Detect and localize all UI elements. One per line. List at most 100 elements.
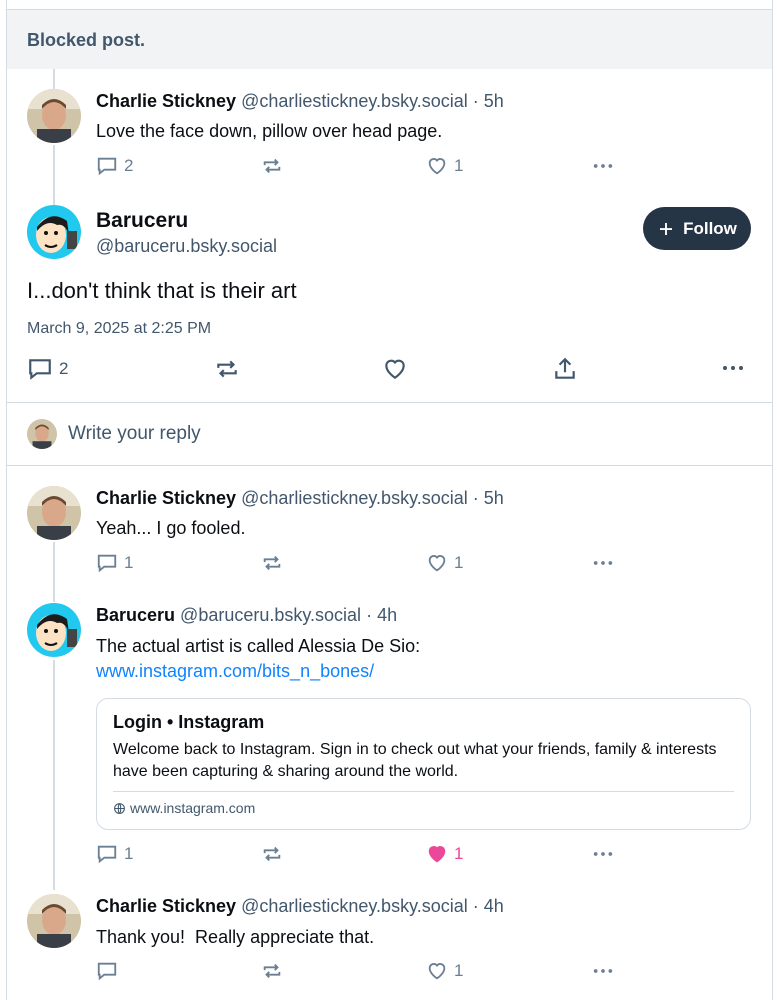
thread-line: [53, 69, 55, 89]
post-time[interactable]: · 4h: [366, 605, 397, 625]
post-text: I...don't think that is their art: [27, 278, 297, 303]
like-count: 1: [454, 553, 464, 572]
follow-button[interactable]: Follow: [643, 207, 751, 250]
divider: [7, 402, 772, 403]
repost-button[interactable]: [261, 552, 283, 574]
reply-icon: [97, 845, 117, 864]
post-text: Thank you! Really appreciate that.: [96, 927, 375, 947]
divider: [7, 465, 772, 466]
link-card-description: Welcome back to Instagram. Sign in to ch…: [113, 741, 717, 780]
like-button[interactable]: 1: [426, 552, 463, 574]
author-handle[interactable]: @baruceru.bsky.social: [96, 236, 277, 257]
post-time[interactable]: · 5h: [473, 91, 504, 111]
post-time[interactable]: · 5h: [473, 488, 504, 508]
like-count: 1: [454, 961, 464, 980]
post-header: Charlie Stickney @charliestickney.bsky.s…: [96, 488, 504, 509]
post-actions: 2 1: [96, 155, 626, 179]
post-time[interactable]: · 4h: [473, 896, 504, 916]
repost-icon: [263, 555, 281, 571]
post-date[interactable]: March 9, 2025 at 2:25 PM: [27, 320, 211, 338]
more-icon: [593, 852, 613, 856]
heart-icon: [428, 158, 446, 175]
author-name[interactable]: Charlie Stickney: [96, 91, 236, 111]
post-text: Love the face down, pillow over head pag…: [96, 121, 443, 141]
author-handle[interactable]: @baruceru.bsky.social: [180, 605, 361, 625]
more-button[interactable]: [592, 960, 614, 982]
repost-button[interactable]: [261, 843, 283, 865]
repost-button[interactable]: [214, 356, 240, 382]
more-button[interactable]: [721, 356, 745, 380]
blocked-post-banner: Blocked post.: [7, 9, 772, 69]
thread-line: [53, 145, 55, 205]
like-button[interactable]: 1: [426, 960, 463, 982]
post-actions: 1: [96, 960, 626, 984]
link-card-title: Login • Instagram: [113, 712, 265, 732]
reply-count: 2: [124, 156, 134, 175]
post-text: Yeah... I go fooled.: [96, 518, 246, 538]
more-button[interactable]: [592, 155, 614, 177]
reply-button[interactable]: 2: [96, 155, 133, 177]
heart-icon: [428, 963, 446, 980]
like-button[interactable]: [382, 356, 408, 382]
author-handle[interactable]: @charliestickney.bsky.social: [241, 91, 468, 111]
link-card-domain: www.instagram.com: [130, 800, 256, 816]
reply-button[interactable]: [96, 960, 118, 982]
reply-icon: [97, 554, 117, 573]
like-button[interactable]: 1: [426, 155, 463, 177]
author-handle[interactable]: @charliestickney.bsky.social: [241, 896, 468, 916]
repost-icon: [263, 846, 281, 862]
reply-count: 1: [124, 844, 134, 863]
reply-icon: [29, 359, 51, 380]
share-icon: [555, 357, 575, 379]
repost-button[interactable]: [261, 155, 283, 177]
more-button[interactable]: [592, 552, 614, 574]
post-text: The actual artist is called Alessia De S…: [96, 636, 421, 656]
avatar[interactable]: [27, 603, 81, 657]
author-handle[interactable]: @charliestickney.bsky.social: [241, 488, 468, 508]
post-actions: 1 1: [96, 552, 626, 576]
reply-icon: [97, 157, 117, 176]
reply-count: 2: [59, 359, 69, 378]
avatar[interactable]: [27, 205, 81, 259]
post-actions: 2: [27, 356, 747, 382]
share-button[interactable]: [552, 356, 578, 382]
post-actions: 1 1: [96, 843, 626, 867]
author-name[interactable]: Charlie Stickney: [96, 488, 236, 508]
plus-icon: [660, 222, 673, 235]
reply-button[interactable]: 1: [96, 552, 133, 574]
divider: [113, 791, 734, 792]
link-card-domain-row: www.instagram.com: [113, 800, 255, 816]
post-link[interactable]: www.instagram.com/bits_n_bones/: [96, 661, 374, 682]
thread-line: [53, 660, 55, 890]
repost-icon: [263, 963, 281, 979]
post-header: Charlie Stickney @charliestickney.bsky.s…: [96, 896, 504, 917]
post-header: Charlie Stickney @charliestickney.bsky.s…: [96, 91, 504, 112]
reply-button[interactable]: 1: [96, 843, 133, 865]
globe-icon: [114, 802, 125, 814]
like-count: 1: [454, 844, 464, 863]
repost-icon: [263, 158, 281, 174]
more-button[interactable]: [592, 843, 614, 865]
blocked-post-label: Blocked post.: [27, 30, 146, 50]
follow-label: Follow: [683, 218, 737, 238]
repost-icon: [217, 360, 237, 378]
more-icon: [593, 164, 613, 168]
avatar[interactable]: [27, 894, 81, 948]
author-name[interactable]: Baruceru: [96, 209, 188, 233]
author-name[interactable]: Baruceru: [96, 605, 175, 625]
link-card[interactable]: Login • Instagram Welcome back to Instag…: [96, 698, 751, 830]
heart-filled-icon: [428, 846, 446, 863]
heart-icon: [428, 555, 446, 572]
more-icon: [723, 366, 743, 370]
reply-button[interactable]: 2: [27, 356, 68, 382]
avatar[interactable]: [27, 486, 81, 540]
author-name[interactable]: Charlie Stickney: [96, 896, 236, 916]
more-icon: [593, 561, 613, 565]
reply-input[interactable]: Write your reply: [68, 423, 201, 445]
like-button-active[interactable]: 1: [426, 843, 463, 865]
heart-icon: [385, 359, 405, 379]
avatar: [27, 419, 57, 449]
avatar[interactable]: [27, 89, 81, 143]
repost-button[interactable]: [261, 960, 283, 982]
post-header: Baruceru @baruceru.bsky.social · 4h: [96, 605, 397, 626]
